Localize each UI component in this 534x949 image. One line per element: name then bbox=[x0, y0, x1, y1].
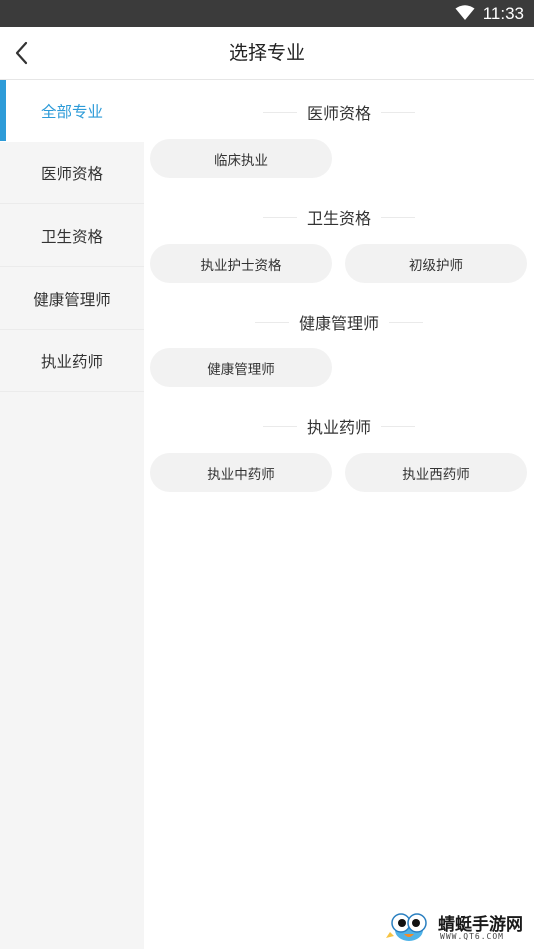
section-title-text: 健康管理师 bbox=[298, 314, 379, 333]
sidebar-item-label: 执业药师 bbox=[40, 352, 103, 371]
divider bbox=[262, 425, 297, 427]
section-title: 卫生资格 bbox=[144, 204, 534, 230]
option-chip[interactable]: 初级护师 bbox=[345, 244, 527, 283]
section-title: 执业药师 bbox=[144, 413, 534, 439]
divider bbox=[389, 321, 423, 323]
sidebar-item-label: 卫生资格 bbox=[40, 227, 103, 246]
sidebar-item-pharmacist[interactable]: 执业药师 bbox=[0, 330, 144, 392]
section-title: 健康管理师 bbox=[144, 309, 534, 335]
sidebar-item-health-manager[interactable]: 健康管理师 bbox=[0, 268, 144, 330]
sidebar: 全部专业 医师资格 卫生资格 健康管理师 执业药师 bbox=[0, 80, 144, 949]
section-title-text: 卫生资格 bbox=[306, 209, 371, 228]
status-time: 11:33 bbox=[482, 4, 524, 23]
main-content: 医师资格 临床执业 卫生资格 执业护士资格 初级护师 健康管理师 健康管理师 执… bbox=[144, 80, 534, 949]
active-indicator bbox=[0, 80, 6, 141]
watermark: 蜻蜓手游网 WWW.QT6.COM bbox=[386, 908, 530, 946]
divider bbox=[381, 425, 415, 427]
option-chip[interactable]: 执业护士资格 bbox=[150, 244, 332, 283]
option-chip[interactable]: 执业西药师 bbox=[345, 453, 527, 492]
section-title-text: 执业药师 bbox=[306, 418, 371, 437]
option-chip[interactable]: 临床执业 bbox=[150, 139, 332, 178]
option-chip[interactable]: 健康管理师 bbox=[150, 348, 332, 387]
divider bbox=[254, 321, 289, 323]
section-title-text: 医师资格 bbox=[306, 104, 371, 123]
watermark-url: WWW.QT6.COM bbox=[440, 932, 504, 941]
divider bbox=[262, 111, 297, 113]
page-title: 选择专业 bbox=[228, 42, 305, 64]
sidebar-item-label: 健康管理师 bbox=[33, 290, 111, 309]
divider bbox=[381, 111, 415, 113]
status-bar: 11:33 bbox=[0, 0, 534, 27]
sidebar-item-label: 医师资格 bbox=[40, 164, 103, 183]
divider bbox=[262, 216, 297, 218]
sidebar-item-all[interactable]: 全部专业 bbox=[0, 80, 144, 142]
section-title: 医师资格 bbox=[144, 99, 534, 125]
header: 选择专业 bbox=[0, 27, 534, 80]
dragonfly-logo-icon bbox=[386, 913, 427, 941]
sidebar-item-label: 全部专业 bbox=[40, 103, 103, 121]
sidebar-item-health[interactable]: 卫生资格 bbox=[0, 205, 144, 267]
wifi-icon bbox=[455, 5, 475, 20]
option-chip[interactable]: 执业中药师 bbox=[150, 453, 332, 492]
divider bbox=[381, 216, 415, 218]
sidebar-item-physician[interactable]: 医师资格 bbox=[0, 142, 144, 204]
